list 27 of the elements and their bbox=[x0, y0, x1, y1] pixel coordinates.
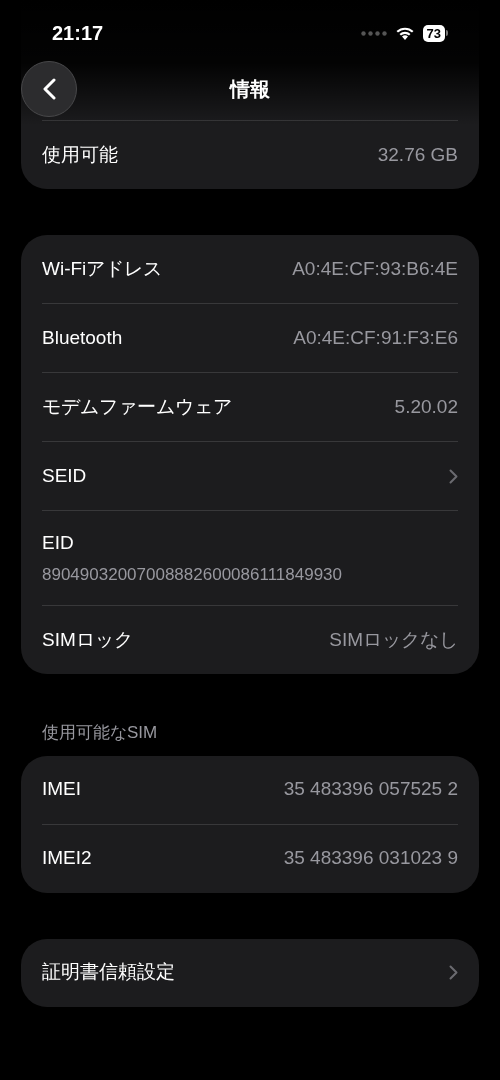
row-label: SIMロック bbox=[42, 627, 133, 652]
page-title: 情報 bbox=[230, 77, 270, 102]
settings-row[interactable]: SEID bbox=[42, 442, 458, 510]
row-value: 35 483396 057525 2 bbox=[283, 777, 458, 802]
back-icon bbox=[42, 78, 56, 100]
row-label: モデムファームウェア bbox=[42, 394, 232, 419]
row-value: 35 483396 031023 9 bbox=[283, 846, 458, 871]
chevron-right-icon bbox=[449, 468, 458, 484]
section-header: 使用可能なSIM bbox=[41, 722, 159, 744]
row-value: SIMロックなし bbox=[329, 627, 458, 652]
row-value: A0:4E:CF:93:B6:4E bbox=[292, 256, 458, 281]
row-value: 89049032007008882600086111849930 bbox=[42, 563, 344, 586]
row-label: Wi-Fiアドレス bbox=[42, 256, 163, 281]
row-label: IMEI bbox=[42, 777, 82, 802]
row-value: 5.20.02 bbox=[394, 394, 458, 419]
row-value: A0:4E:CF:91:F3:E6 bbox=[293, 325, 458, 350]
status-time: 21:17 bbox=[52, 21, 104, 46]
row-label: 証明書信頼設定 bbox=[42, 960, 175, 985]
settings-row[interactable]: 証明書信頼設定 bbox=[42, 938, 458, 1007]
wifi-icon bbox=[394, 25, 415, 41]
row-label: EID bbox=[42, 531, 75, 555]
row-value: 32.76 GB bbox=[377, 142, 458, 167]
row-label: IMEI2 bbox=[42, 846, 92, 871]
row-label: Bluetooth bbox=[42, 325, 123, 350]
chevron-right-icon bbox=[449, 965, 458, 980]
row-label: SEID bbox=[42, 463, 87, 488]
row-label: 使用可能 bbox=[42, 142, 118, 167]
